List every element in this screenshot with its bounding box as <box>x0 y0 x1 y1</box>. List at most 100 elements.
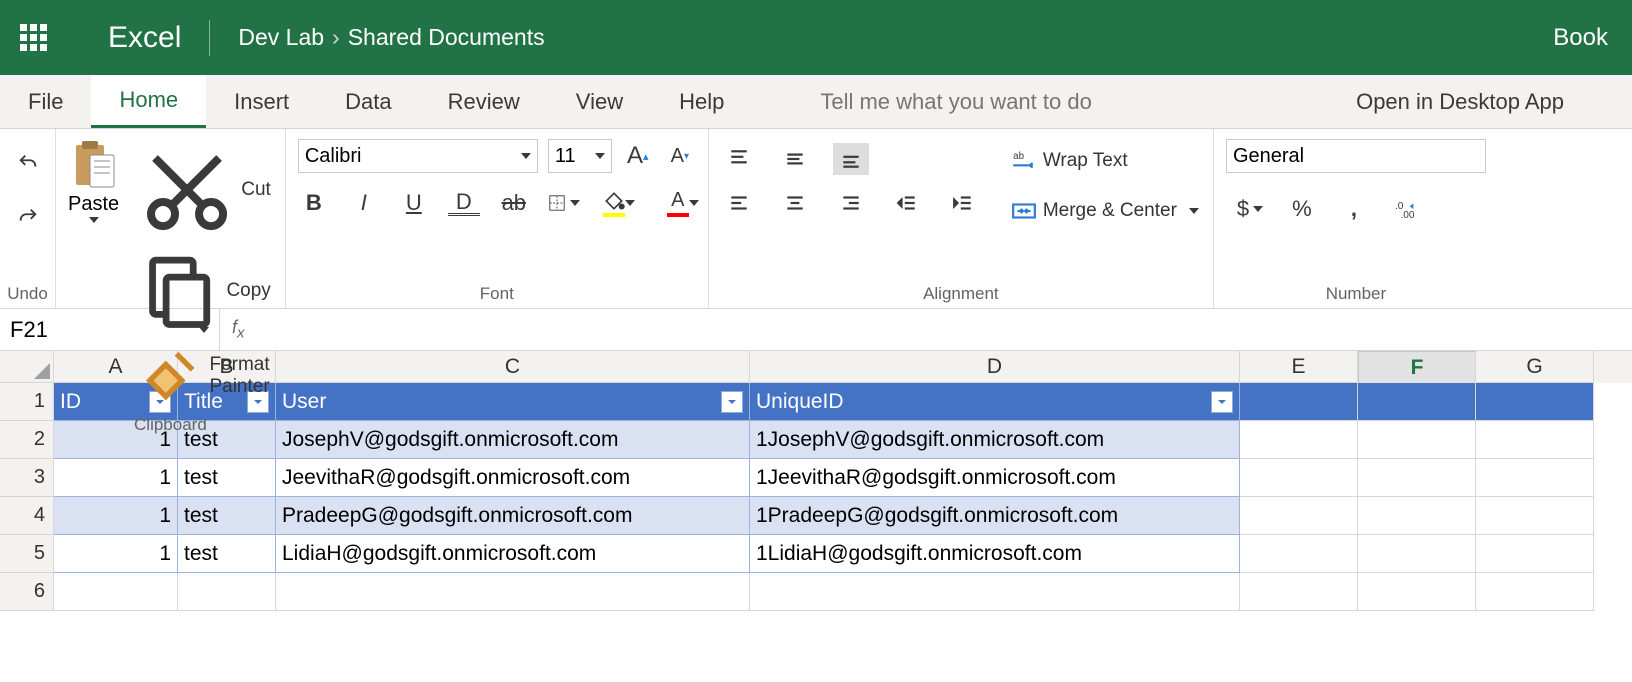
cell[interactable] <box>1358 459 1476 497</box>
tab-review[interactable]: Review <box>420 75 548 128</box>
font-size-select[interactable]: 11 <box>548 139 612 173</box>
cell[interactable]: 1PradeepG@godsgift.onmicrosoft.com <box>750 497 1240 535</box>
align-middle-button[interactable] <box>777 143 813 175</box>
borders-button[interactable] <box>548 187 580 219</box>
cell[interactable] <box>1476 459 1594 497</box>
document-title[interactable]: Book <box>1553 24 1608 52</box>
cell[interactable]: 1 <box>54 497 178 535</box>
redo-button[interactable] <box>12 201 44 233</box>
cell[interactable] <box>1358 421 1476 459</box>
cell[interactable] <box>1240 535 1358 573</box>
cell[interactable] <box>1358 573 1476 611</box>
cell[interactable] <box>1240 497 1358 535</box>
app-launcher-icon[interactable] <box>20 24 48 52</box>
row-header[interactable]: 6 <box>0 573 54 611</box>
th-user[interactable]: User <box>276 383 750 421</box>
currency-button[interactable]: $ <box>1234 193 1266 225</box>
cell[interactable]: test <box>178 459 276 497</box>
strikethrough-button[interactable]: ab <box>498 187 530 219</box>
cut-button[interactable]: Cut <box>137 139 273 241</box>
align-left-button[interactable] <box>721 187 757 219</box>
cell[interactable] <box>1476 421 1594 459</box>
cell[interactable] <box>1358 535 1476 573</box>
double-underline-button[interactable]: D <box>448 190 480 216</box>
underline-button[interactable]: U <box>398 187 430 219</box>
filter-button[interactable] <box>1211 391 1233 413</box>
formula-input[interactable] <box>257 309 1632 350</box>
fill-color-button[interactable] <box>598 187 630 219</box>
align-right-button[interactable] <box>833 187 869 219</box>
cell[interactable] <box>750 573 1240 611</box>
merge-center-button[interactable]: Merge & Center <box>1009 195 1201 227</box>
cell[interactable] <box>54 573 178 611</box>
cell[interactable]: 1JeevithaR@godsgift.onmicrosoft.com <box>750 459 1240 497</box>
breadcrumb-lib[interactable]: Shared Documents <box>348 24 545 50</box>
cell[interactable] <box>1240 421 1358 459</box>
row-header[interactable]: 1 <box>0 383 54 421</box>
bold-button[interactable]: B <box>298 187 330 219</box>
cell[interactable]: PradeepG@godsgift.onmicrosoft.com <box>276 497 750 535</box>
row-header[interactable]: 5 <box>0 535 54 573</box>
col-header-f[interactable]: F <box>1358 351 1476 385</box>
cell[interactable] <box>1358 383 1476 421</box>
tab-help[interactable]: Help <box>651 75 752 128</box>
cell[interactable] <box>1240 459 1358 497</box>
col-header-g[interactable]: G <box>1476 351 1594 383</box>
grow-font-button[interactable]: A▴ <box>622 140 654 172</box>
tell-me-search[interactable]: Tell me what you want to do <box>792 75 1119 128</box>
th-uniqueid[interactable]: UniqueID <box>750 383 1240 421</box>
align-center-button[interactable] <box>777 187 813 219</box>
cell[interactable] <box>178 573 276 611</box>
format-painter-button[interactable]: Format Painter <box>137 340 273 410</box>
copy-button[interactable]: Copy <box>137 247 273 334</box>
cell[interactable]: 1 <box>54 459 178 497</box>
tab-home[interactable]: Home <box>91 75 206 128</box>
tab-view[interactable]: View <box>548 75 651 128</box>
row-header[interactable]: 4 <box>0 497 54 535</box>
align-top-button[interactable] <box>721 143 757 175</box>
open-desktop-button[interactable]: Open in Desktop App <box>1328 75 1592 128</box>
row-header[interactable]: 2 <box>0 421 54 459</box>
font-name-select[interactable]: Calibri <box>298 139 538 173</box>
cell[interactable] <box>1358 497 1476 535</box>
cell[interactable] <box>1476 497 1594 535</box>
col-header-d[interactable]: D <box>750 351 1240 383</box>
col-header-e[interactable]: E <box>1240 351 1358 383</box>
cell[interactable] <box>1476 573 1594 611</box>
breadcrumb[interactable]: Dev Lab›Shared Documents <box>238 24 544 51</box>
cell[interactable]: 1 <box>54 535 178 573</box>
tab-data[interactable]: Data <box>317 75 419 128</box>
tab-file[interactable]: File <box>0 75 91 128</box>
cell[interactable] <box>1240 573 1358 611</box>
number-format-select[interactable]: General <box>1226 139 1486 173</box>
cell[interactable]: 1LidiaH@godsgift.onmicrosoft.com <box>750 535 1240 573</box>
comma-button[interactable]: , <box>1338 193 1370 225</box>
shrink-font-button[interactable]: A▾ <box>664 140 696 172</box>
font-color-button[interactable]: A <box>662 187 694 219</box>
cell[interactable]: JosephV@godsgift.onmicrosoft.com <box>276 421 750 459</box>
align-bottom-button[interactable] <box>833 143 869 175</box>
tab-insert[interactable]: Insert <box>206 75 317 128</box>
wrap-text-button[interactable]: abWrap Text <box>1009 145 1201 177</box>
cell[interactable] <box>1476 383 1594 421</box>
increase-indent-button[interactable] <box>945 187 981 219</box>
breadcrumb-site[interactable]: Dev Lab <box>238 24 324 50</box>
cell[interactable] <box>1476 535 1594 573</box>
percent-button[interactable]: % <box>1286 193 1318 225</box>
cell[interactable] <box>276 573 750 611</box>
undo-button[interactable] <box>12 147 44 179</box>
select-all-corner[interactable] <box>0 351 54 383</box>
cell[interactable] <box>1240 383 1358 421</box>
cell[interactable]: 1JosephV@godsgift.onmicrosoft.com <box>750 421 1240 459</box>
col-header-c[interactable]: C <box>276 351 750 383</box>
decrease-indent-button[interactable] <box>889 187 925 219</box>
increase-decimal-button[interactable]: .0.00 <box>1390 193 1422 225</box>
row-header[interactable]: 3 <box>0 459 54 497</box>
paste-button[interactable]: Paste <box>68 139 119 223</box>
cell[interactable]: test <box>178 535 276 573</box>
cell[interactable]: JeevithaR@godsgift.onmicrosoft.com <box>276 459 750 497</box>
italic-button[interactable]: I <box>348 187 380 219</box>
cell[interactable]: LidiaH@godsgift.onmicrosoft.com <box>276 535 750 573</box>
filter-button[interactable] <box>721 391 743 413</box>
cell[interactable]: test <box>178 497 276 535</box>
